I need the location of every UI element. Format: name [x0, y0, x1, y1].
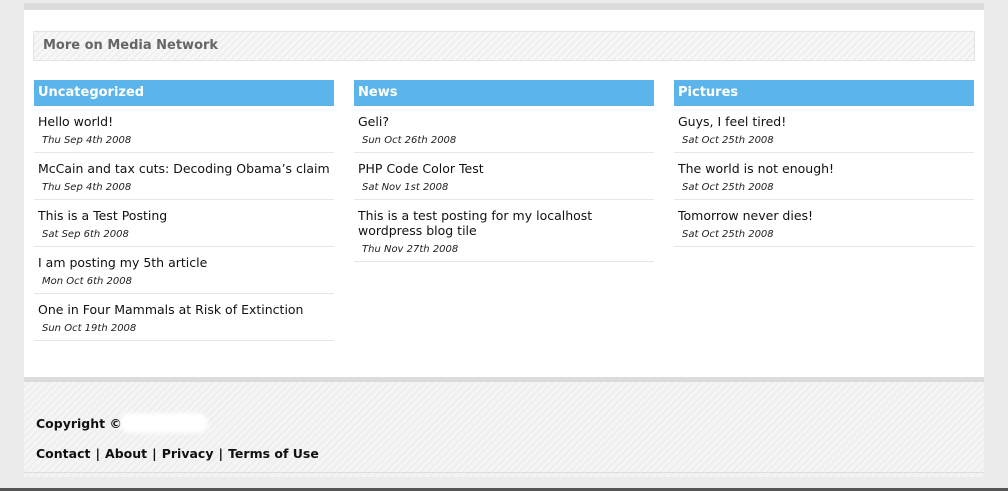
- footer-link-about[interactable]: About: [105, 446, 147, 461]
- list-item: I am posting my 5th article Mon Oct 6th …: [34, 247, 334, 294]
- section-title: More on Media Network: [43, 38, 219, 53]
- copyright-text: Copyright ©: [36, 416, 122, 431]
- redacted-name: [120, 413, 208, 433]
- list-item: This is a test posting for my localhost …: [354, 200, 654, 262]
- link-separator: |: [152, 446, 157, 461]
- post-link[interactable]: Hello world!: [38, 114, 330, 129]
- column-title[interactable]: News: [354, 80, 654, 106]
- footer-links: Contact | About | Privacy | Terms of Use: [36, 446, 319, 461]
- post-link[interactable]: McCain and tax cuts: Decoding Obama’s cl…: [38, 161, 330, 176]
- post-date: Sat Oct 25th 2008: [682, 182, 774, 193]
- list-item: Geli? Sun Oct 26th 2008: [354, 106, 654, 153]
- post-date: Sat Oct 25th 2008: [682, 135, 774, 146]
- post-link[interactable]: This is a test posting for my localhost …: [358, 208, 650, 238]
- list-item: The world is not enough! Sat Oct 25th 20…: [674, 153, 974, 200]
- post-link[interactable]: The world is not enough!: [678, 161, 970, 176]
- list-item: Hello world! Thu Sep 4th 2008: [34, 106, 334, 153]
- column-pictures: Pictures Guys, I feel tired! Sat Oct 25t…: [674, 80, 974, 247]
- list-item: McCain and tax cuts: Decoding Obama’s cl…: [34, 153, 334, 200]
- link-separator: |: [95, 446, 101, 461]
- list-item: One in Four Mammals at Risk of Extinctio…: [34, 294, 334, 341]
- post-date: Sat Nov 1st 2008: [362, 182, 449, 193]
- post-link[interactable]: Geli?: [358, 114, 650, 129]
- post-link[interactable]: PHP Code Color Test: [358, 161, 650, 176]
- section-header: More on Media Network: [33, 31, 975, 61]
- page: More on Media Network Uncategorized Hell…: [0, 0, 1008, 491]
- post-date: Mon Oct 6th 2008: [42, 276, 132, 287]
- post-link[interactable]: One in Four Mammals at Risk of Extinctio…: [38, 302, 330, 317]
- post-link[interactable]: I am posting my 5th article: [38, 255, 330, 270]
- column-title[interactable]: Pictures: [674, 80, 974, 106]
- list-item: PHP Code Color Test Sat Nov 1st 2008: [354, 153, 654, 200]
- content-area: More on Media Network Uncategorized Hell…: [24, 10, 984, 377]
- link-separator: |: [218, 446, 224, 461]
- post-date: Sat Sep 6th 2008: [42, 229, 129, 240]
- column-news: News Geli? Sun Oct 26th 2008 PHP Code Co…: [354, 80, 654, 262]
- footer-link-terms[interactable]: Terms of Use: [228, 446, 319, 461]
- column-uncategorized: Uncategorized Hello world! Thu Sep 4th 2…: [34, 80, 334, 341]
- post-date: Thu Sep 4th 2008: [42, 182, 132, 193]
- post-date: Sun Oct 26th 2008: [362, 135, 457, 146]
- post-date: Sat Oct 25th 2008: [682, 229, 774, 240]
- list-item: This is a Test Posting Sat Sep 6th 2008: [34, 200, 334, 247]
- post-link[interactable]: Guys, I feel tired!: [678, 114, 970, 129]
- footer: Copyright © Contact | About | Privacy | Terms …: [24, 377, 984, 477]
- list-item: Guys, I feel tired! Sat Oct 25th 2008: [674, 106, 974, 153]
- column-title[interactable]: Uncategorized: [34, 80, 334, 106]
- footer-link-privacy[interactable]: Privacy: [162, 446, 214, 461]
- footer-divider: [24, 472, 984, 473]
- post-date: Thu Nov 27th 2008: [362, 244, 459, 255]
- post-link[interactable]: This is a Test Posting: [38, 208, 330, 223]
- list-item: Tomorrow never dies! Sat Oct 25th 2008: [674, 200, 974, 247]
- post-link[interactable]: Tomorrow never dies!: [678, 208, 970, 223]
- post-date: Sun Oct 19th 2008: [42, 323, 137, 334]
- post-date: Thu Sep 4th 2008: [42, 135, 132, 146]
- footer-link-contact[interactable]: Contact: [36, 446, 90, 461]
